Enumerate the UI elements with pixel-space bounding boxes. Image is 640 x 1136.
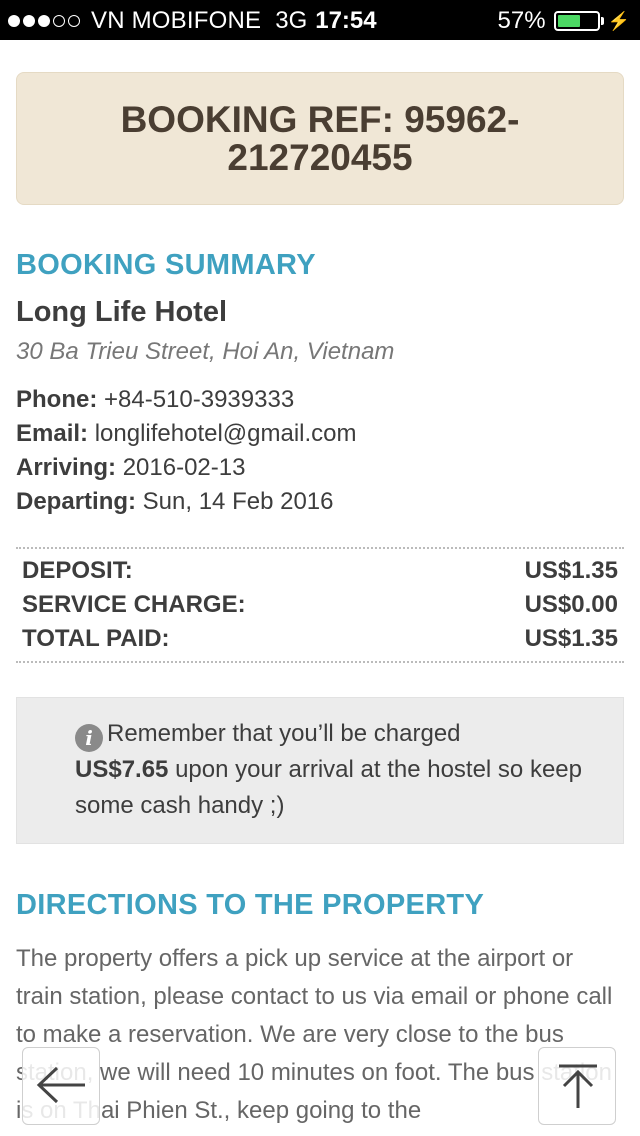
arriving-value: 2016-02-13 xyxy=(122,454,246,481)
email-value[interactable]: longlifehotel@gmail.com xyxy=(95,420,357,447)
status-bar: VN MOBIFONE 3G 17:54 57% ⚡ xyxy=(0,0,640,40)
service-charge-row: SERVICE CHARGE: US$0.00 xyxy=(22,589,618,623)
total-paid-value: US$1.35 xyxy=(524,625,618,652)
deposit-value: US$1.35 xyxy=(524,557,618,584)
booking-ref-box: BOOKING REF: 95962-212720455 xyxy=(16,72,624,205)
booking-ref: BOOKING REF: 95962-212720455 xyxy=(120,98,520,178)
battery-tip xyxy=(600,17,604,25)
deposit-label: DEPOSIT: xyxy=(22,557,133,584)
info-icon: i xyxy=(75,724,103,752)
phone-value[interactable]: +84-510-3939333 xyxy=(104,386,294,413)
network-type: 3G xyxy=(275,7,308,34)
back-button[interactable] xyxy=(22,1047,100,1125)
phone-row: Phone: +84-510-3939333 xyxy=(16,385,357,419)
clock: 17:54 xyxy=(315,7,377,34)
hotel-address: 30 Ba Trieu Street, Hoi An, Vietnam xyxy=(16,338,395,365)
charging-bolt-icon: ⚡ xyxy=(607,10,630,31)
notice-before: Remember that you’ll be charged xyxy=(107,720,461,747)
battery-level xyxy=(557,15,580,27)
arrow-up-to-top-icon xyxy=(559,1064,597,1108)
arriving-row: Arriving: 2016-02-13 xyxy=(16,453,357,487)
status-bar-right: 57% ⚡ xyxy=(498,7,630,35)
email-label: Email: xyxy=(16,420,89,447)
arrow-left-icon xyxy=(36,1066,85,1104)
arriving-label: Arriving: xyxy=(16,454,117,481)
payment-totals: DEPOSIT: US$1.35 SERVICE CHARGE: US$0.00… xyxy=(16,547,624,663)
battery-icon xyxy=(553,11,600,31)
notice-text: i Remember that you’ll be charged US$7.65 … xyxy=(75,716,595,824)
email-row: Email: longlifehotel@gmail.com xyxy=(16,419,357,453)
phone-label: Phone: xyxy=(16,386,98,413)
notice-amount: US$7.65 xyxy=(75,756,169,783)
booking-summary-title: BOOKING SUMMARY xyxy=(16,249,316,281)
contact-info-list: Phone: +84-510-3939333 Email: longlifeho… xyxy=(16,385,357,521)
total-paid-label: TOTAL PAID: xyxy=(22,625,170,652)
departing-label: Departing: xyxy=(16,488,136,515)
signal-strength-icon xyxy=(8,15,83,27)
departing-row: Departing: Sun, 14 Feb 2016 xyxy=(16,487,357,521)
departing-value: Sun, 14 Feb 2016 xyxy=(142,488,334,515)
service-charge-label: SERVICE CHARGE: xyxy=(22,591,246,618)
hotel-name: Long Life Hotel xyxy=(16,296,228,328)
battery-percent: 57% xyxy=(497,7,546,34)
payment-notice: i Remember that you’ll be charged US$7.65 … xyxy=(16,697,624,844)
directions-text: The property offers a pick up service at… xyxy=(16,945,613,1124)
directions-title: DIRECTIONS TO THE PROPERTY xyxy=(16,889,485,921)
service-charge-value: US$0.00 xyxy=(524,591,618,618)
scroll-to-top-button[interactable] xyxy=(538,1047,616,1125)
carrier-name: VN MOBIFONE xyxy=(91,7,262,34)
status-bar-left: VN MOBIFONE 3G 17:54 xyxy=(8,7,377,35)
deposit-row: DEPOSIT: US$1.35 xyxy=(22,555,618,589)
total-paid-row: TOTAL PAID: US$1.35 xyxy=(22,623,618,657)
